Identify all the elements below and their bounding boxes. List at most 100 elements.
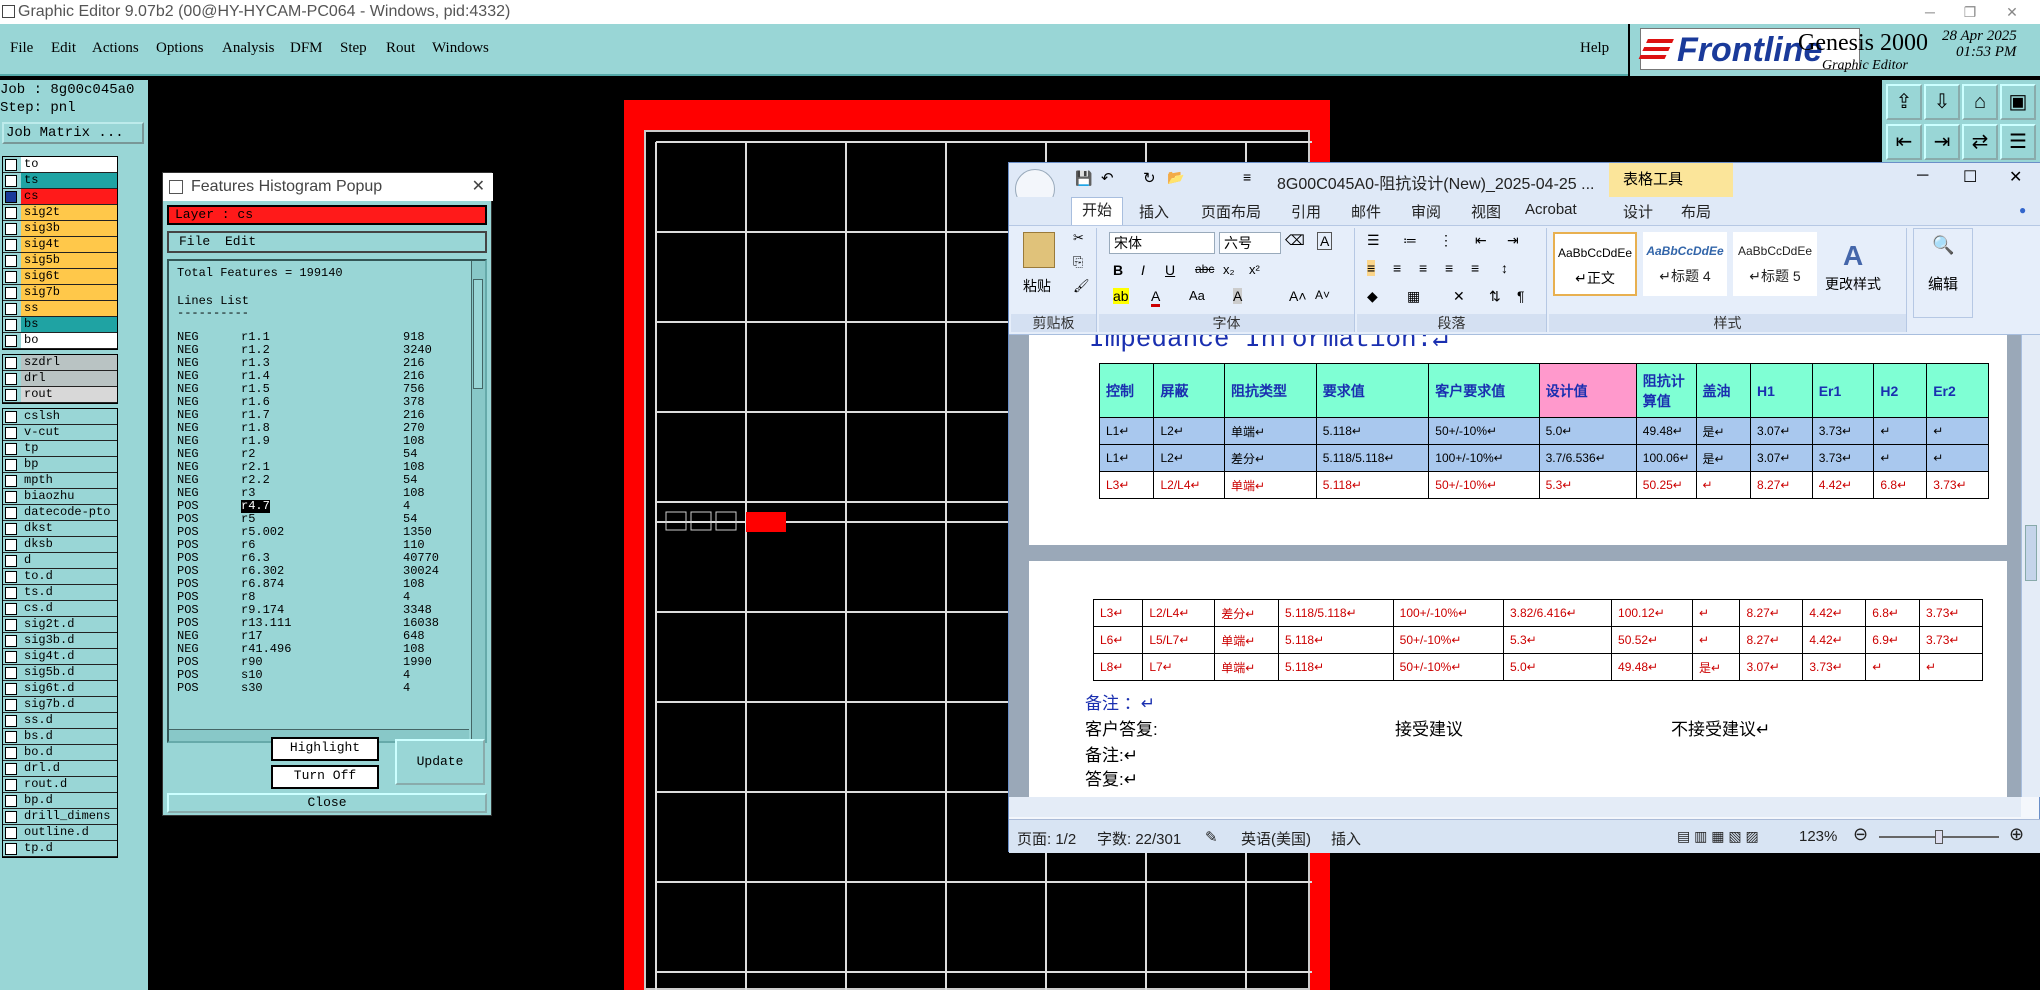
table-cell[interactable]: 3.73↵ <box>1919 626 1983 654</box>
turn-off-button[interactable]: Turn Off <box>271 765 379 789</box>
layer-row[interactable]: sig4t.d <box>3 649 117 665</box>
layers-icon[interactable]: ☰ <box>2000 124 2036 160</box>
layer-row[interactable]: drl.d <box>3 761 117 777</box>
table-cell[interactable]: 差分↵ <box>1214 599 1279 627</box>
table-cell[interactable]: ↵ <box>1926 417 1989 445</box>
bold-icon[interactable]: B <box>1113 262 1123 278</box>
layer-row[interactable]: sig2t <box>3 205 117 221</box>
table-cell[interactable]: 49.48↵ <box>1611 653 1693 681</box>
table-cell[interactable]: L1↵ <box>1098 444 1155 472</box>
table-cell[interactable]: 5.118/5.118↵ <box>1277 599 1394 627</box>
tab-acrobat[interactable]: Acrobat <box>1525 201 1577 218</box>
table-cell[interactable]: 3.73↵ <box>1926 471 1989 499</box>
open-icon[interactable]: 📂 <box>1167 169 1184 186</box>
zoom-in-icon[interactable]: ⊕ <box>2009 824 2024 845</box>
italic-icon[interactable]: I <box>1141 262 1145 278</box>
menu-rout[interactable]: Rout <box>386 40 415 57</box>
layer-row[interactable]: ts <box>3 173 117 189</box>
layer-row[interactable]: dkst <box>3 521 117 537</box>
tab-design[interactable]: 设计 <box>1623 201 1653 222</box>
help-icon[interactable]: ● <box>2019 203 2026 217</box>
layer-row[interactable]: outline.d <box>3 825 117 841</box>
layer-row[interactable]: cslsh <box>3 409 117 425</box>
table-cell[interactable]: 5.118↵ <box>1315 417 1430 445</box>
font-size-select[interactable]: 六号 <box>1219 232 1281 254</box>
numbering-icon[interactable]: ≔ <box>1403 232 1417 249</box>
zoom-slider[interactable] <box>1879 830 1999 844</box>
table-cell[interactable]: 3.73↵ <box>1811 444 1875 472</box>
layer-row[interactable]: bs.d <box>3 729 117 745</box>
table-cell[interactable]: 是↵ <box>1691 653 1741 681</box>
table-cell[interactable]: ↵ <box>1691 599 1741 627</box>
job-matrix-button[interactable]: Job Matrix ... <box>2 122 144 144</box>
zoom-level[interactable]: 123% <box>1799 828 1837 845</box>
customize-qat-icon[interactable]: ≡ <box>1243 169 1251 185</box>
table-cell[interactable]: 3.82/6.416↵ <box>1502 599 1613 627</box>
bullets-icon[interactable]: ☰ <box>1367 232 1380 249</box>
change-styles-icon[interactable]: A <box>1843 240 1863 272</box>
features-list[interactable]: Total Features = 199140 Lines List -----… <box>167 259 487 743</box>
table-cell[interactable]: 单端↵ <box>1224 471 1317 499</box>
table-cell[interactable]: L5/L7↵ <box>1142 626 1216 654</box>
table-cell[interactable]: 3.73↵ <box>1802 653 1867 681</box>
proofing-icon[interactable]: ✎ <box>1205 828 1218 846</box>
layer-row[interactable]: mpth <box>3 473 117 489</box>
justify-icon[interactable]: ≡ <box>1445 260 1453 276</box>
layer-row[interactable]: bp <box>3 457 117 473</box>
layer-row[interactable]: datecode-pto <box>3 505 117 521</box>
save-icon[interactable]: 💾 <box>1075 170 1092 187</box>
table-cell[interactable]: 5.118↵ <box>1277 653 1394 681</box>
layer-row[interactable]: bo <box>3 333 117 349</box>
table-cell[interactable]: 单端↵ <box>1214 626 1279 654</box>
underline-icon[interactable]: U <box>1165 262 1175 278</box>
line-spacing-icon[interactable]: ↕ <box>1501 260 1508 276</box>
table-cell[interactable]: L2/L4↵ <box>1142 599 1216 627</box>
table-cell[interactable]: 50.25↵ <box>1635 471 1697 499</box>
find-icon[interactable]: 🔍 <box>1932 235 1954 256</box>
scrollbar-vertical[interactable] <box>471 261 485 741</box>
layer-row-active[interactable]: cs <box>3 189 117 205</box>
highlight-icon[interactable]: ab <box>1113 288 1129 304</box>
word-count[interactable]: 字数: 22/301 <box>1097 828 1181 849</box>
maximize-icon[interactable]: ☐ <box>1963 167 1977 187</box>
table-cell[interactable]: 3.73↵ <box>1919 599 1983 627</box>
table-cell[interactable]: 8.27↵ <box>1750 471 1813 499</box>
superscript-icon[interactable]: x² <box>1249 262 1260 277</box>
menu-dfm[interactable]: DFM <box>290 40 323 57</box>
layer-row[interactable]: tp.d <box>3 841 117 857</box>
layer-row[interactable]: bo.d <box>3 745 117 761</box>
layer-row[interactable]: ts.d <box>3 585 117 601</box>
update-button[interactable]: Update <box>395 739 485 785</box>
layer-row[interactable]: drill_dimens <box>3 809 117 825</box>
style-heading5[interactable]: AaBbCcDdEe ↵标题 5 <box>1733 232 1817 296</box>
table-cell[interactable]: L2↵ <box>1153 417 1226 445</box>
table-cell[interactable]: 5.118↵ <box>1315 471 1430 499</box>
shrink-font-icon[interactable]: A˅ <box>1315 288 1330 302</box>
table-cell[interactable]: 是↵ <box>1695 417 1752 445</box>
table-cell[interactable]: L3↵ <box>1092 599 1144 627</box>
copy-icon[interactable]: ⎘ <box>1073 254 1083 270</box>
table-cell[interactable]: L8↵ <box>1092 653 1144 681</box>
layer-row[interactable]: dksb <box>3 537 117 553</box>
menu-step[interactable]: Step <box>340 40 367 57</box>
table-cell[interactable]: 4.42↵ <box>1802 626 1867 654</box>
table-cell[interactable]: 50+/-10%↵ <box>1392 626 1504 654</box>
font-color-icon[interactable]: A <box>1151 288 1161 307</box>
align-left-icon[interactable]: ≡ <box>1367 260 1376 276</box>
close-icon[interactable]: ✕ <box>1992 0 2032 24</box>
close-icon[interactable]: ✕ <box>472 173 485 201</box>
layer-row[interactable]: v-cut <box>3 425 117 441</box>
layer-row[interactable]: sig3b <box>3 221 117 237</box>
table-cell[interactable]: 50+/-10%↵ <box>1428 471 1540 499</box>
table-cell[interactable]: ↵ <box>1691 626 1741 654</box>
tab-layout[interactable]: 布局 <box>1681 201 1711 222</box>
page-count[interactable]: 页面: 1/2 <box>1017 828 1076 849</box>
table-cell[interactable]: 50+/-10%↵ <box>1428 417 1540 445</box>
minimize-icon[interactable]: ─ <box>1917 167 1928 185</box>
menu-windows[interactable]: Windows <box>432 40 489 57</box>
layer-row[interactable]: biaozhu <box>3 489 117 505</box>
layer-row[interactable]: sig7b <box>3 285 117 301</box>
table-cell[interactable]: 3.7/6.536↵ <box>1538 444 1637 472</box>
menu-analysis[interactable]: Analysis <box>222 40 275 57</box>
layer-row[interactable]: sig5b.d <box>3 665 117 681</box>
